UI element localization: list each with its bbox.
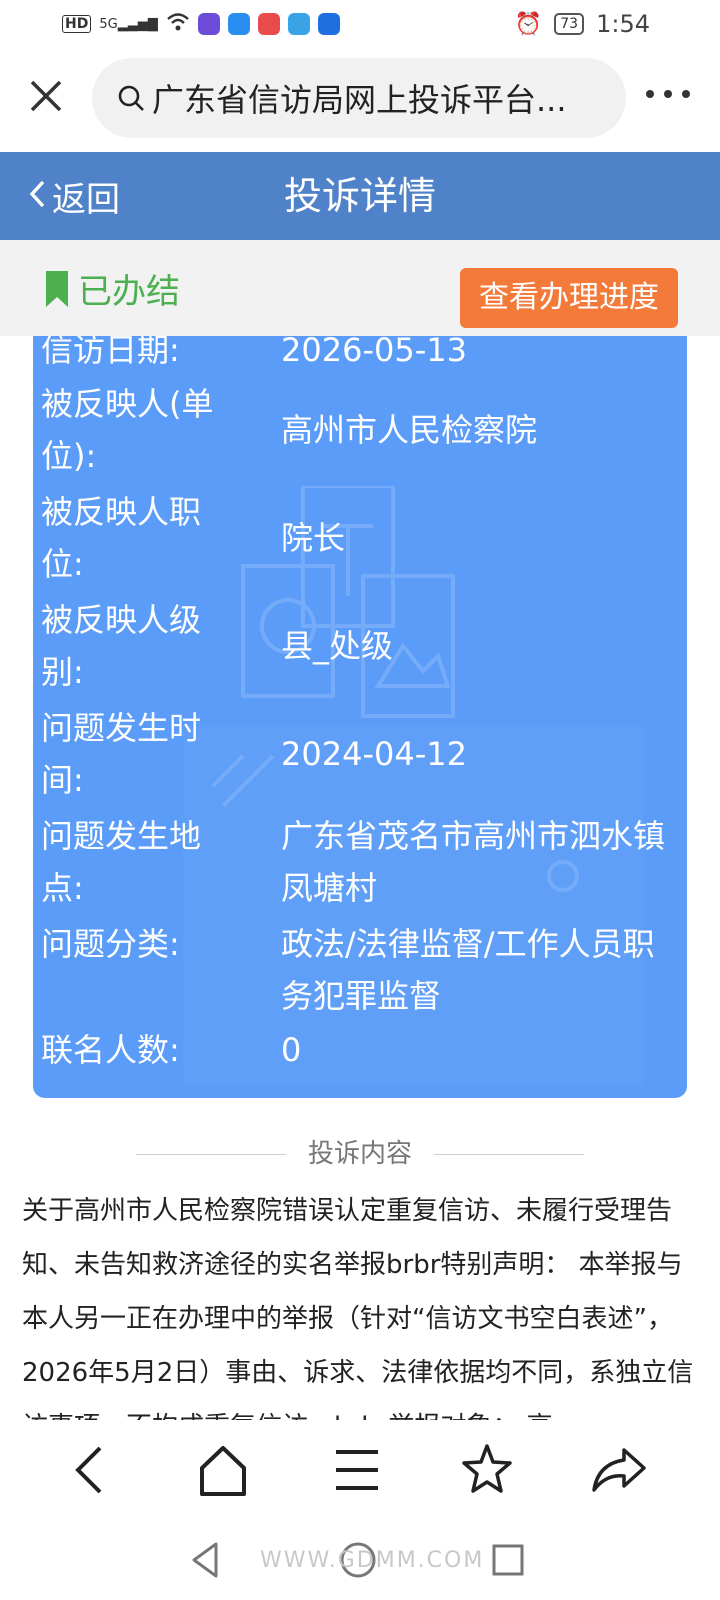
status-bar: HD 5G▂▃▅▇ ⏰ 73 1:54 [0, 0, 720, 50]
detail-label: 问题发生地点: [41, 817, 202, 907]
back-icon[interactable] [56, 1440, 126, 1500]
signal-label: 5G [99, 16, 118, 32]
page-header: 投诉详情 返回 [0, 152, 720, 240]
detail-label: 被反映人级别: [41, 601, 202, 691]
view-progress-button[interactable]: 查看办理进度 [460, 268, 678, 328]
watermark: WWW.GDMM.COM [260, 1548, 485, 1573]
detail-value: 县_处级 [281, 627, 394, 665]
section-divider: 投诉内容 [0, 1128, 720, 1180]
detail-card: 信访日期: 2026-05-13 被反映人(单位): 高州市人民检察院 被反映人… [33, 336, 687, 1098]
detail-value: 高州市人民检察院 [281, 411, 538, 449]
app-paste-icon [197, 13, 220, 35]
detail-label: 联名人数: [41, 1031, 180, 1069]
chevron-left-icon [28, 174, 46, 218]
browser-toolbar [0, 1420, 720, 1520]
detail-label: 被反映人(单位): [41, 385, 214, 475]
detail-value: 2024-04-12 [281, 735, 467, 773]
status-badge: 已办结 [46, 264, 180, 313]
shield-app-icon [287, 13, 310, 35]
detail-value: 政法/法律监督/工作人员职务犯罪监督 [281, 925, 655, 1015]
close-icon[interactable] [22, 72, 70, 120]
hd-badge: HD [62, 15, 92, 33]
back-label: 返回 [52, 179, 120, 220]
battery-icon: 73 [554, 13, 585, 35]
divider-line [434, 1154, 584, 1155]
status-left: HD 5G▂▃▅▇ [62, 12, 340, 36]
bulb-app-icon [317, 13, 340, 35]
red-app-icon [257, 13, 280, 35]
detail-label: 信访日期: [41, 336, 180, 369]
detail-value: 2026-05-13 [281, 336, 467, 369]
share-icon[interactable] [584, 1440, 654, 1500]
nav-back-icon[interactable] [184, 1538, 228, 1582]
more-icon[interactable] [640, 78, 696, 118]
page-url-title: 广东省信访局网上投诉平台... [152, 81, 567, 119]
wifi-icon [166, 12, 190, 36]
detail-label: 问题分类: [41, 925, 180, 963]
search-icon [116, 83, 146, 113]
star-icon[interactable] [452, 1440, 522, 1500]
detail-value: 院长 [281, 519, 346, 557]
cloud-icon [227, 13, 250, 35]
detail-value: 广东省茂名市高州市泗水镇凤塘村 [281, 817, 666, 907]
menu-icon[interactable] [322, 1440, 392, 1500]
section-title: 投诉内容 [307, 1139, 412, 1169]
detail-label: 被反映人职位: [41, 493, 202, 583]
status-row: 已办结 查看办理进度 [0, 240, 720, 336]
clock-time: 1:54 [596, 10, 650, 38]
bookmark-icon [46, 270, 68, 307]
signal-icon: 5G▂▃▅▇ [99, 16, 158, 32]
browser-bar: 广东省信访局网上投诉平台... [0, 50, 720, 148]
alarm-icon: ⏰ [514, 11, 543, 37]
status-right: ⏰ 73 1:54 [515, 10, 650, 38]
detail-label: 问题发生时间: [41, 709, 202, 799]
nav-recents-icon[interactable] [486, 1538, 530, 1582]
address-bar[interactable]: 广东省信访局网上投诉平台... [92, 58, 626, 138]
home-icon[interactable] [188, 1440, 258, 1500]
complaint-content: 关于高州市人民检察院错误认定重复信访、未履行受理告知、未告知救济途径的实名举报b… [22, 1196, 694, 1424]
status-label: 已办结 [78, 272, 180, 312]
detail-value: 0 [281, 1031, 302, 1069]
back-button[interactable]: 返回 [28, 152, 120, 240]
